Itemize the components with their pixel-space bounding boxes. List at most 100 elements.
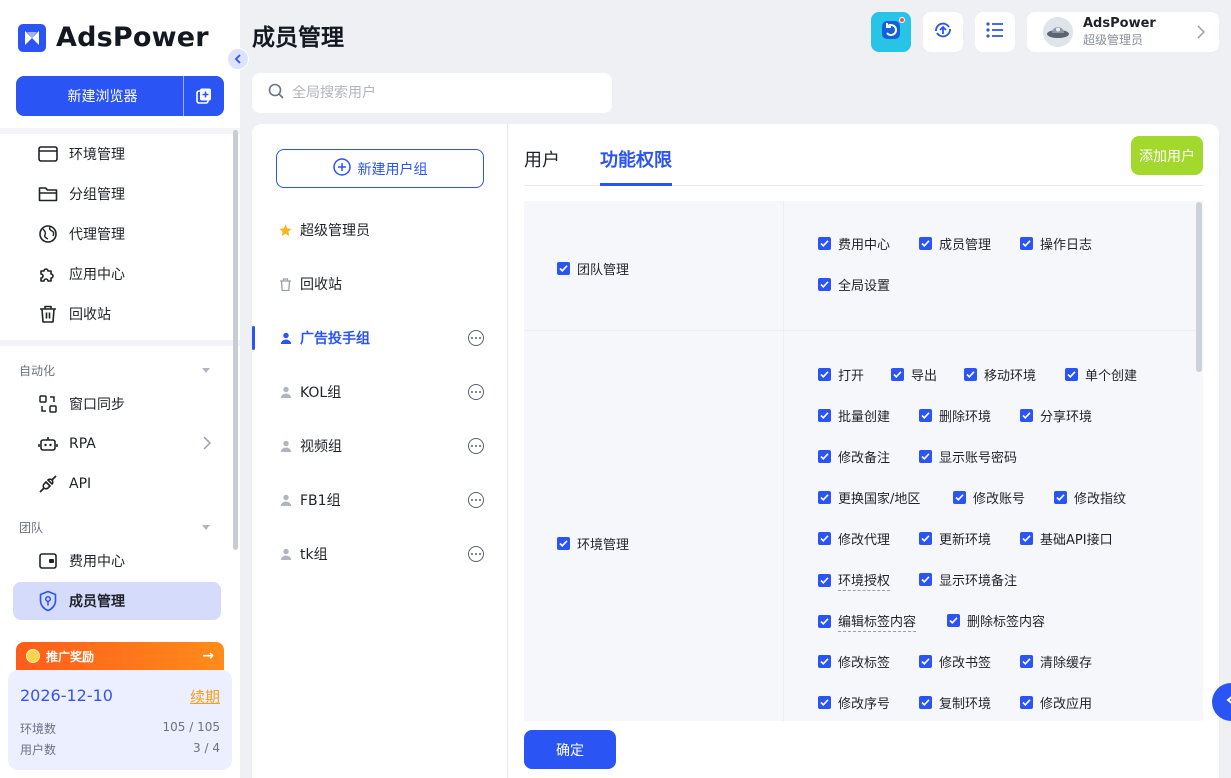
new-browser-label: 新建浏览器: [67, 89, 138, 105]
collapse-sidebar-button[interactable]: [227, 48, 249, 70]
upload-button[interactable]: [923, 12, 963, 52]
permission-row-environment: 环境管理 打开 导出 移动环境 单个创建 批量创建 删除环境 分享环境 修改备注…: [524, 331, 1203, 721]
avatar: [1043, 17, 1073, 47]
notification-dot: [899, 17, 905, 23]
sidebar-scrollbar[interactable]: [233, 130, 238, 550]
tab-users[interactable]: 用户: [524, 146, 560, 172]
sidebar-item-groups[interactable]: 分组管理: [13, 175, 221, 213]
arrow-right-icon: →: [202, 648, 214, 664]
account-name: AdsPower: [1083, 16, 1156, 31]
user-icon: [279, 440, 292, 453]
task-list-button[interactable]: [975, 12, 1015, 52]
star-icon: [279, 224, 292, 237]
checkbox-permission[interactable]: 修改序号: [818, 693, 890, 712]
sidebar-item-environments[interactable]: 环境管理: [13, 135, 221, 173]
collapse-caret-icon[interactable]: [202, 525, 210, 530]
permission-category-cell: [524, 331, 784, 721]
checkbox-permission[interactable]: 修改备注: [818, 447, 890, 466]
add-user-button[interactable]: 添加用户: [1131, 136, 1203, 175]
more-options-icon[interactable]: [468, 546, 484, 562]
sync-button[interactable]: [871, 12, 911, 52]
sidebar-item-billing[interactable]: 费用中心: [13, 542, 221, 580]
chevron-right-icon: [1197, 25, 1206, 43]
account-menu[interactable]: AdsPower 超级管理员: [1027, 12, 1219, 52]
checkbox-permission[interactable]: 移动环境: [964, 365, 1036, 384]
checkbox-team-management[interactable]: 团队管理: [557, 259, 629, 278]
checkbox-permission[interactable]: 修改指纹: [1054, 488, 1126, 507]
global-user-search[interactable]: [252, 73, 612, 113]
group-item-video[interactable]: 视频组: [252, 426, 508, 466]
checkbox-permission[interactable]: 更新环境: [919, 529, 991, 548]
account-role: 超级管理员: [1083, 33, 1144, 47]
sidebar-item-label: RPA: [69, 436, 96, 452]
group-item-ad-buyers[interactable]: 广告投手组: [252, 318, 508, 358]
checkbox-permission[interactable]: 导出: [891, 365, 937, 384]
checkbox-permission[interactable]: 显示账号密码: [919, 447, 1017, 466]
checkbox-permission[interactable]: 修改代理: [818, 529, 890, 548]
checkbox-permission[interactable]: 删除环境: [919, 406, 991, 425]
new-browser-button[interactable]: 新建浏览器: [16, 76, 224, 116]
checkbox-permission[interactable]: 编辑标签内容: [818, 611, 917, 632]
checkbox-permission[interactable]: 更换国家/地区: [818, 488, 920, 507]
group-item-trash[interactable]: 回收站: [252, 264, 508, 304]
sidebar-item-rpa[interactable]: RPA: [13, 425, 221, 463]
checkbox-permission[interactable]: 打开: [818, 365, 864, 384]
checkbox-permission[interactable]: 显示环境备注: [919, 570, 1017, 589]
checkbox-environment-management[interactable]: 环境管理: [557, 534, 629, 553]
more-options-icon[interactable]: [468, 438, 484, 454]
page-title: 成员管理: [252, 25, 344, 51]
sidebar-item-api[interactable]: API: [13, 465, 221, 503]
promo-label: 推广奖励: [46, 649, 95, 664]
more-options-icon[interactable]: [468, 492, 484, 508]
group-item-tk[interactable]: tk组: [252, 534, 508, 574]
more-options-icon[interactable]: [468, 330, 484, 346]
renew-link[interactable]: 续期: [190, 686, 220, 707]
checkbox-checked-icon: [557, 537, 570, 550]
group-item-fb1[interactable]: FB1组: [252, 480, 508, 520]
permission-scrollbar[interactable]: [1196, 202, 1202, 372]
checkbox-permission[interactable]: 操作日志: [1020, 234, 1092, 253]
search-input[interactable]: [292, 85, 592, 101]
sidebar-item-window-sync[interactable]: 窗口同步: [13, 385, 221, 423]
wallet-icon: [37, 550, 59, 572]
sidebar-item-label: 分组管理: [69, 187, 125, 203]
sidebar-item-trash[interactable]: 回收站: [13, 295, 221, 333]
group-item-kol[interactable]: KOL组: [252, 372, 508, 412]
checkbox-permission[interactable]: 环境授权: [818, 570, 891, 591]
checkbox-permission[interactable]: 成员管理: [919, 234, 991, 253]
group-item-super-admin[interactable]: 超级管理员: [252, 210, 508, 250]
confirm-button[interactable]: 确定: [524, 730, 616, 769]
app-logo[interactable]: AdsPower: [18, 22, 209, 53]
plus-circle-icon: [332, 157, 351, 180]
checkbox-permission[interactable]: 费用中心: [818, 234, 890, 253]
adspower-logo-icon: [18, 23, 46, 52]
new-group-button[interactable]: 新建用户组: [276, 149, 484, 188]
batch-create-icon[interactable]: [184, 76, 224, 116]
sidebar-item-members[interactable]: 成员管理: [13, 582, 221, 620]
collapse-caret-icon[interactable]: [202, 368, 210, 373]
checkbox-permission[interactable]: 全局设置: [818, 275, 890, 294]
checkbox-permission[interactable]: 批量创建: [818, 406, 890, 425]
tab-permissions[interactable]: 功能权限: [600, 146, 672, 172]
tab-underline: [600, 183, 672, 186]
sidebar-item-app-center[interactable]: 应用中心: [13, 255, 221, 293]
sidebar-divider: [0, 128, 240, 134]
checkbox-permission[interactable]: 修改应用: [1020, 693, 1092, 712]
checkbox-permission[interactable]: 修改标签: [818, 652, 890, 671]
checkbox-permission[interactable]: 单个创建: [1065, 365, 1137, 384]
checkbox-permission[interactable]: 复制环境: [919, 693, 991, 712]
sidebar-item-proxies[interactable]: 代理管理: [13, 215, 221, 253]
checkbox-permission[interactable]: 分享环境: [1020, 406, 1092, 425]
user-count-value: 3 / 4: [193, 741, 220, 755]
checkbox-permission[interactable]: 清除缓存: [1020, 652, 1092, 671]
checkbox-permission[interactable]: 修改账号: [953, 488, 1025, 507]
checkbox-permission[interactable]: 基础API接口: [1020, 529, 1113, 548]
permission-table: 团队管理 费用中心 成员管理 操作日志 全局设置 环境管理 打开 导出 移动环境…: [524, 201, 1203, 721]
checkbox-permission[interactable]: 修改书签: [919, 652, 991, 671]
group-label: KOL组: [300, 385, 342, 401]
browser-window-icon: [37, 143, 59, 165]
promo-banner[interactable]: 推广奖励 →: [16, 642, 224, 670]
checkbox-permission[interactable]: 删除标签内容: [947, 611, 1045, 630]
group-label: 广告投手组: [300, 331, 370, 347]
more-options-icon[interactable]: [468, 384, 484, 400]
